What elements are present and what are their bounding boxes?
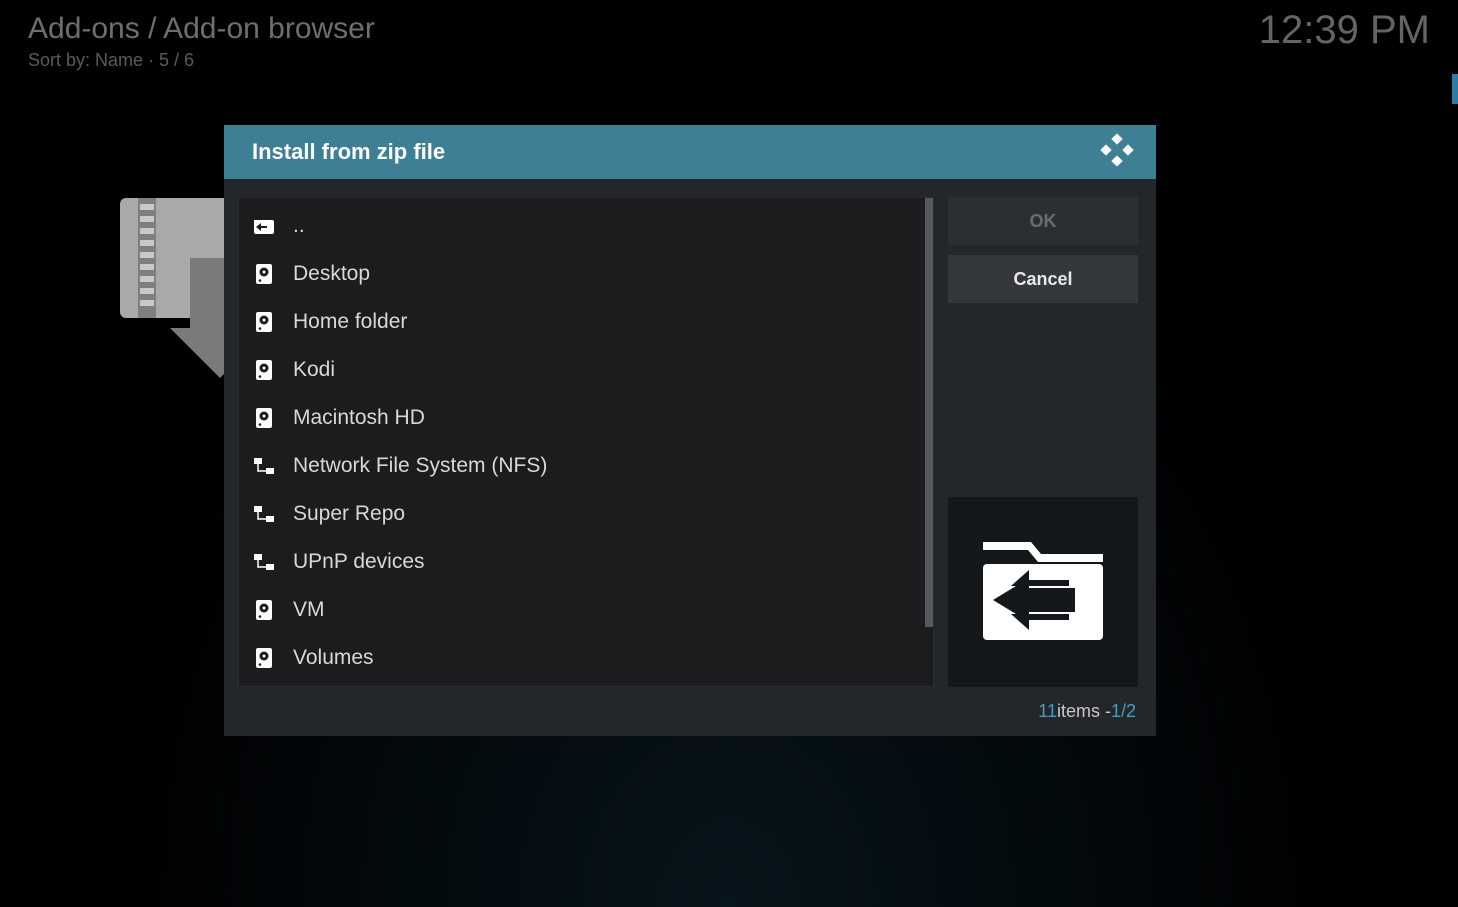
sort-label: Sort by: Name	[28, 50, 143, 70]
scroll-thumb[interactable]	[925, 198, 933, 627]
drive-icon	[253, 600, 275, 620]
dialog-title: Install from zip file	[252, 139, 445, 165]
drive-icon	[253, 648, 275, 668]
drive-icon	[253, 408, 275, 428]
dialog-header: Install from zip file	[224, 125, 1156, 179]
network-icon	[253, 458, 275, 474]
file-row[interactable]: UPnP devices	[239, 538, 925, 586]
drive-icon	[253, 264, 275, 284]
scrollbar[interactable]	[925, 198, 933, 686]
file-row-label: Network File System (NFS)	[293, 454, 547, 478]
cancel-button[interactable]: Cancel	[948, 255, 1138, 303]
file-row-label: Super Repo	[293, 502, 405, 526]
file-row[interactable]: Kodi	[239, 346, 925, 394]
header: Add-ons / Add-on browser Sort by: Name ·…	[28, 12, 1430, 71]
network-icon	[253, 554, 275, 570]
sort-line: Sort by: Name · 5 / 6	[28, 50, 375, 71]
file-row[interactable]: ..	[239, 202, 925, 250]
sort-count: 5 / 6	[159, 50, 194, 70]
kodi-logo-icon	[1100, 133, 1134, 172]
preview-box	[948, 497, 1138, 687]
footer-items-label: items -	[1057, 701, 1111, 722]
file-row[interactable]: VM	[239, 586, 925, 634]
file-row[interactable]: Home folder	[239, 298, 925, 346]
file-row-label: UPnP devices	[293, 550, 425, 574]
file-row[interactable]: Network File System (NFS)	[239, 442, 925, 490]
clock: 12:39 PM	[1259, 8, 1430, 53]
file-row[interactable]: Macintosh HD	[239, 394, 925, 442]
file-row-label: Home folder	[293, 310, 407, 334]
folder-back-icon	[973, 530, 1113, 655]
ok-button[interactable]: OK	[948, 197, 1138, 245]
drive-icon	[253, 312, 275, 332]
breadcrumb: Add-ons / Add-on browser	[28, 12, 375, 46]
file-list: .. Desktop Home folder Kodi Macintosh HD Netw…	[238, 197, 934, 687]
dialog-footer: 11 items - 1/2	[224, 701, 1156, 736]
accent-bar	[1452, 74, 1458, 104]
file-row-label: Kodi	[293, 358, 335, 382]
file-row-label: Macintosh HD	[293, 406, 425, 430]
file-row[interactable]: Desktop	[239, 250, 925, 298]
footer-page: 1/2	[1111, 701, 1136, 722]
file-row-label: ..	[293, 214, 305, 238]
folder-back-icon	[253, 218, 275, 234]
file-row-label: Desktop	[293, 262, 370, 286]
file-row[interactable]: Super Repo	[239, 490, 925, 538]
network-icon	[253, 506, 275, 522]
footer-count: 11	[1038, 701, 1057, 722]
file-row-label: VM	[293, 598, 325, 622]
install-from-zip-dialog: Install from zip file .. Desktop Home fold…	[224, 125, 1156, 736]
file-row-label: Volumes	[293, 646, 374, 670]
drive-icon	[253, 360, 275, 380]
file-row[interactable]: Volumes	[239, 634, 925, 682]
